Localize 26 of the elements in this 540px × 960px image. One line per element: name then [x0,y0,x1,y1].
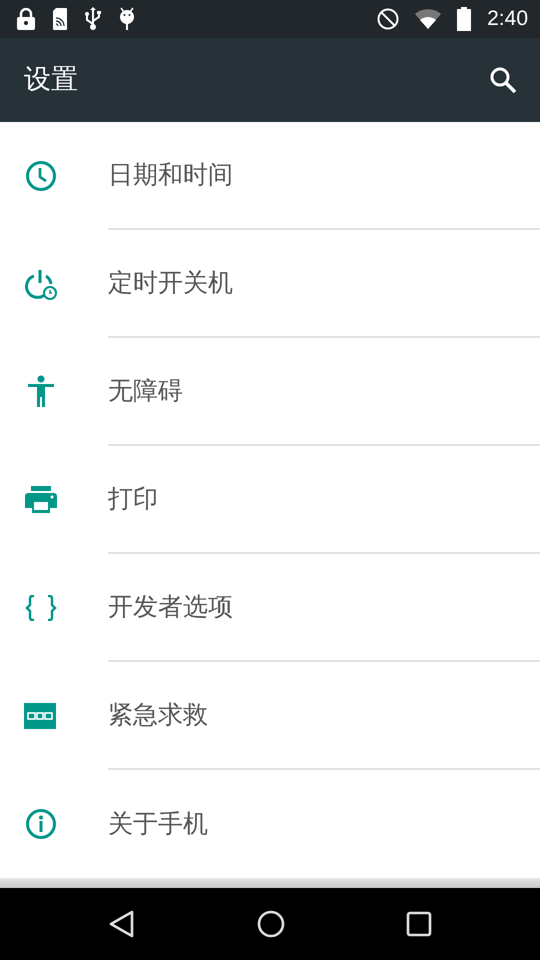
app-bar-title: 设置 [24,62,78,97]
settings-item[interactable]: 日期和时间 [108,156,233,194]
braces-icon [24,595,58,621]
sos-icon [24,703,56,729]
wifi-icon [415,9,442,29]
battery-icon [457,7,472,31]
search-button[interactable] [488,65,518,95]
printer-icon [24,485,58,515]
sim-card-icon [52,8,68,30]
do-not-disturb-icon [377,8,400,30]
power-clock-icon [24,267,58,301]
home-icon[interactable] [256,910,285,938]
settings-item[interactable]: 关于手机 [108,805,208,843]
clock-icon [24,159,58,193]
usb-icon [84,7,102,31]
lock-icon [16,8,36,30]
settings-item[interactable]: 无障碍 [108,372,183,410]
clock-time: 2:40 [487,6,528,32]
settings-item[interactable]: 打印 [108,480,158,518]
info-icon [24,807,58,841]
back-icon[interactable] [108,909,136,939]
settings-item[interactable]: 开发者选项 [108,588,233,626]
android-debug-icon [118,7,136,31]
settings-item[interactable]: 紧急求救 [108,696,208,734]
settings-item[interactable]: 定时开关机 [108,264,233,302]
recent-apps-icon[interactable] [406,911,432,937]
